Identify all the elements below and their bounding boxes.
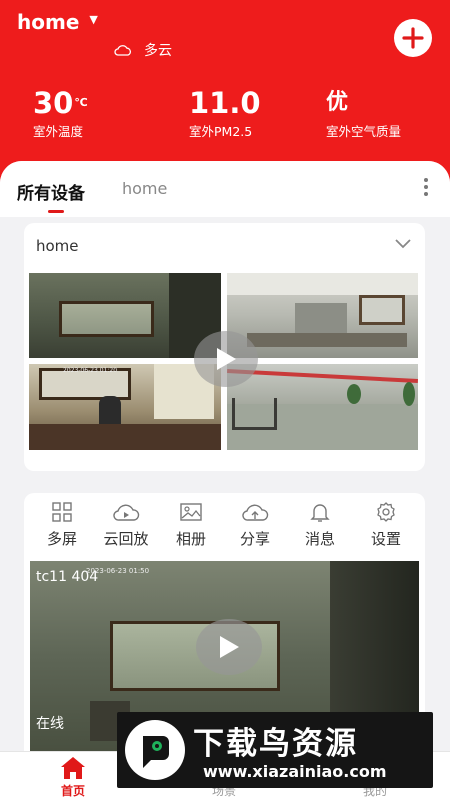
play-button[interactable] [194, 331, 258, 387]
active-tab-indicator [48, 210, 64, 213]
toolbar-settings[interactable]: 设置 [354, 501, 418, 549]
nav-label: 首页 [60, 784, 85, 798]
cloud-play-icon [113, 504, 140, 521]
header: home ▼ 多云 30℃ 室外温度 11.0 室外PM2.5 优 室外空气质量 [0, 0, 450, 185]
home-icon [61, 757, 85, 779]
tab-home[interactable]: home [122, 179, 167, 198]
home-selector[interactable]: home ▼ [17, 10, 98, 34]
bell-icon [310, 504, 330, 522]
wall-painting [359, 295, 405, 325]
group-card-home[interactable]: home 2023-06-23 01:20 [24, 223, 425, 471]
outdoor-air-quality: 优 室外空气质量 [326, 86, 401, 140]
watermark-url: www.xiazainiao.com [203, 762, 387, 781]
group-title: home [36, 237, 79, 255]
toolbar-share[interactable]: 分享 [223, 501, 287, 549]
outdoor-temperature: 30℃ 室外温度 [33, 86, 88, 140]
nav-item-home[interactable]: 首页 [43, 756, 103, 799]
wall-painting [59, 301, 154, 337]
plus-icon [402, 27, 424, 49]
play-icon [217, 348, 236, 370]
watermark-title: 下载鸟资源 [193, 726, 358, 762]
toolbar-label: 多屏 [46, 530, 77, 548]
toolbar-label: 云回放 [103, 530, 149, 548]
camera-thumbnail[interactable] [227, 273, 418, 358]
toolbar-cloud-playback[interactable]: 云回放 [94, 501, 158, 549]
camera-thumbnail[interactable]: 2023-06-23 01:20 [29, 364, 221, 450]
play-button[interactable] [196, 619, 262, 675]
toolbar-label: 设置 [370, 530, 401, 548]
device-tabs: 所有设备 home [0, 161, 450, 217]
air-quality-value: 优 [326, 90, 349, 115]
outdoor-pm25: 11.0 室外PM2.5 [189, 86, 261, 140]
camera-thumbnail[interactable] [29, 273, 221, 358]
temperature-label: 室外温度 [33, 124, 84, 139]
toolbar-label: 消息 [304, 530, 335, 548]
sofa [29, 424, 221, 450]
tab-all-devices[interactable]: 所有设备 [17, 179, 85, 204]
toolbar-album[interactable]: 相册 [159, 501, 223, 549]
toolbar-label: 相册 [175, 530, 206, 548]
toolbar-multiscreen[interactable]: 多屏 [30, 501, 94, 549]
camera-thumbnail[interactable] [227, 364, 418, 450]
ceiling [227, 273, 418, 295]
add-device-button[interactable] [394, 19, 432, 57]
chevron-down-icon[interactable] [395, 239, 411, 249]
plant [403, 382, 415, 406]
plant [347, 384, 361, 404]
red-banner [227, 369, 418, 383]
temperature-value: 30 [33, 86, 74, 120]
more-options-icon[interactable] [424, 178, 430, 196]
weather-info: 多云 [114, 40, 172, 60]
desk [247, 333, 407, 347]
railing [232, 398, 277, 430]
air-quality-label: 室外空气质量 [326, 124, 402, 139]
temperature-unit: ℃ [74, 96, 88, 109]
camera-timestamp: 2023-06-23 01:50 [86, 567, 150, 575]
grid-icon [52, 502, 72, 522]
watermark-banner: 下载鸟资源 www.xiazainiao.com [117, 712, 433, 788]
gear-icon [377, 502, 395, 522]
toolbar-messages[interactable]: 消息 [288, 501, 352, 549]
home-name: home [17, 10, 80, 34]
main-content: 所有设备 home home 2023-06-23 01:20 多屏 云回放 相… [0, 161, 450, 751]
cloud-icon [114, 45, 131, 56]
weather-text: 多云 [144, 43, 172, 59]
image-icon [180, 503, 202, 521]
chevron-down-icon: ▼ [89, 12, 98, 26]
cloud-share-icon [242, 504, 269, 521]
camera-timestamp: 2023-06-23 01:20 [63, 367, 118, 374]
pm25-value: 11.0 [189, 86, 261, 120]
play-icon [220, 636, 239, 658]
pm25-label: 室外PM2.5 [189, 124, 253, 139]
toolbar-label: 分享 [239, 530, 270, 548]
camera-status: 在线 [36, 716, 64, 732]
bird-logo-icon [125, 720, 185, 780]
